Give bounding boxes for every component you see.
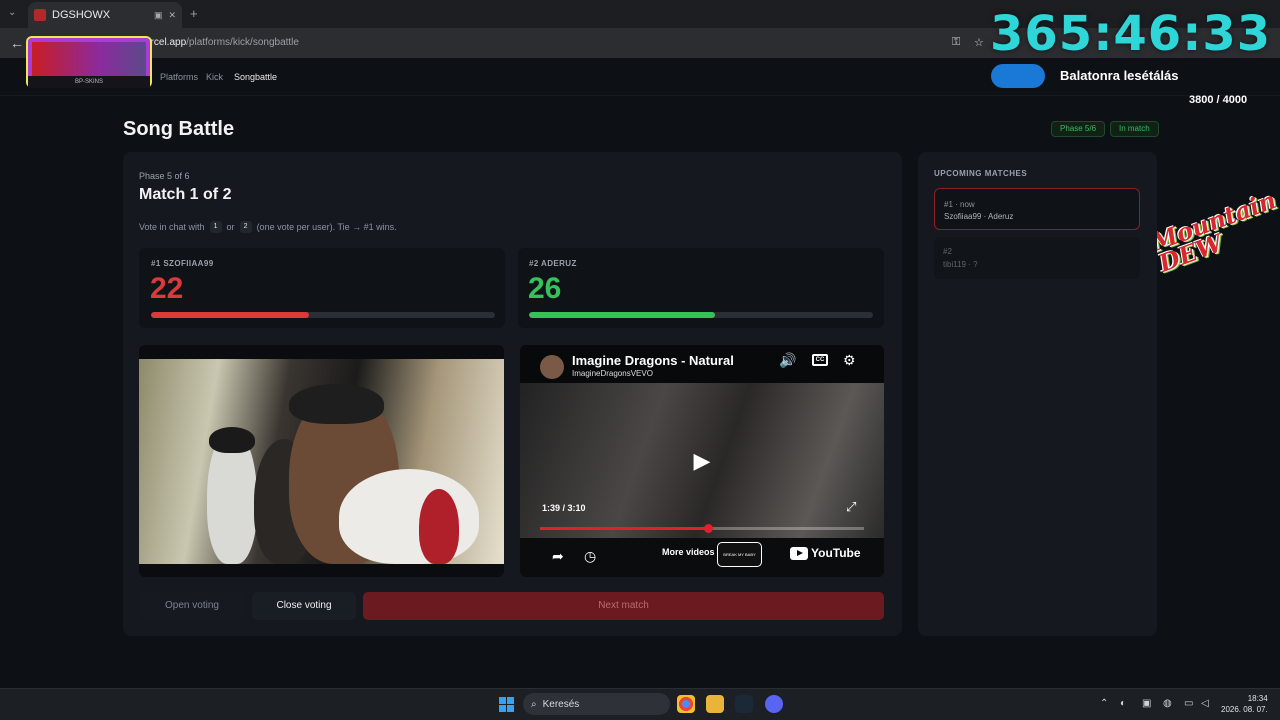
tab-close-icon[interactable]: ✕: [168, 10, 176, 21]
clock-time: 18:34: [1247, 694, 1268, 703]
contestant-2-youtube-embed[interactable]: Imagine Dragons - Natural ImagineDragons…: [520, 345, 884, 577]
upcoming-match-meta: #1 · now: [944, 200, 975, 209]
goal-count: 3800 / 4000: [1189, 94, 1248, 106]
breadcrumb-kick[interactable]: Kick: [206, 72, 223, 82]
back-arrow-icon[interactable]: ←: [10, 35, 24, 51]
browser-tab[interactable]: DGSHOWX ▣ ✕: [28, 2, 182, 28]
search-icon: ⌕: [531, 698, 537, 710]
video-cap: [209, 427, 255, 453]
url-text[interactable]: ercel.app/platforms/kick/songbattle: [145, 37, 299, 48]
taskbar-search[interactable]: ⌕ Keresés: [523, 693, 670, 715]
video-title[interactable]: Imagine Dragons - Natural: [572, 353, 734, 368]
sponsor-logo: Mountain DEW: [1147, 185, 1280, 278]
stream-timer: 365:46:33: [990, 6, 1272, 62]
tab-search-icon[interactable]: ⌄: [8, 7, 16, 18]
contestant-1-score-card: #1 SZOFIIAA99 22: [139, 248, 505, 328]
vote-key-2: 2: [239, 221, 252, 233]
tray-discord-icon[interactable]: ◍: [1163, 698, 1172, 709]
channel-avatar[interactable]: [540, 355, 564, 379]
contestant-1-video[interactable]: [139, 345, 504, 577]
video-cap: [289, 384, 384, 424]
upcoming-match-players: Szofiiaa99 · Aderuz: [944, 212, 1014, 221]
upcoming-matches-title: UPCOMING MATCHES: [934, 169, 1028, 178]
match-title: Match 1 of 2: [139, 186, 232, 203]
watch-later-icon[interactable]: ◷: [584, 548, 596, 565]
contestant-2-vote-bar: [529, 312, 873, 318]
volume-tray-icon[interactable]: ◁: [1201, 698, 1209, 709]
vote-key-1: 1: [209, 221, 222, 233]
fullscreen-icon[interactable]: ⤢: [846, 499, 856, 515]
video-frame: [139, 359, 504, 564]
video-progress-fill: [540, 527, 709, 530]
video-jacket-stripe: [419, 489, 459, 564]
captions-icon[interactable]: CC: [812, 354, 828, 366]
goal-progress-pill: [991, 64, 1045, 88]
clock-date: 2026. 08. 07.: [1221, 705, 1268, 714]
channel-name[interactable]: ImagineDragonsVEVO: [572, 369, 653, 378]
tab-media-icon[interactable]: ▣: [154, 10, 163, 21]
upcoming-match-item[interactable]: #2 tibi119 · ?: [934, 237, 1140, 279]
tab-favicon-icon: [34, 9, 46, 21]
taskbar-search-placeholder: Keresés: [542, 698, 580, 710]
contestant-1-vote-bar-fill: [151, 312, 309, 318]
tray-app-icon[interactable]: ▣: [1142, 698, 1151, 709]
youtube-play-icon: [790, 546, 808, 560]
discord-icon[interactable]: [765, 695, 783, 713]
share-icon[interactable]: ➦: [552, 548, 564, 565]
contestant-2-vote-bar-fill: [529, 312, 716, 318]
contestant-1-votes: 22: [150, 272, 184, 305]
breadcrumb-platforms[interactable]: Platforms: [160, 72, 198, 82]
contestant-2-name: #2 ADERUZ: [529, 259, 577, 268]
file-explorer-icon[interactable]: [706, 695, 724, 713]
contestant-1-name: #1 SZOFIIAA99: [151, 259, 214, 268]
video-time: 1:39 / 3:10: [542, 503, 586, 513]
more-videos-thumbnail[interactable]: BREAK MY BABY: [717, 542, 762, 567]
vote-hint: Vote in chat with 1 or 2 (one vote per u…: [139, 221, 397, 233]
contestant-2-votes: 26: [528, 272, 562, 305]
tray-steam-icon[interactable]: ◐: [1120, 698, 1126, 709]
close-voting-button[interactable]: Close voting: [252, 592, 356, 620]
youtube-logo[interactable]: YouTube: [790, 546, 861, 560]
tray-expand-icon[interactable]: ⌃: [1100, 698, 1108, 709]
upcoming-match-players: tibi119 · ?: [943, 260, 978, 269]
volume-icon[interactable]: 🔊: [779, 352, 796, 369]
url-path: /platforms/kick/songbattle: [186, 37, 299, 48]
contestant-1-vote-bar: [151, 312, 495, 318]
video-progress-bar[interactable]: [540, 524, 864, 533]
next-match-button[interactable]: Next match: [363, 592, 884, 620]
phase-badge: Phase 5/6: [1051, 121, 1106, 137]
contestant-2-score-card: #2 ADERUZ 26: [518, 248, 884, 328]
vote-hint-suffix: (one vote per user). Tie → #1 wins.: [256, 222, 397, 232]
system-clock[interactable]: 18:34 2026. 08. 07.: [1221, 693, 1268, 715]
status-badge: In match: [1110, 121, 1159, 137]
breadcrumb-songbattle: Songbattle: [234, 72, 278, 82]
youtube-logo-text: YouTube: [811, 546, 861, 560]
settings-gear-icon[interactable]: ⚙: [843, 352, 856, 369]
network-icon[interactable]: ▭: [1184, 698, 1193, 709]
bookmark-star-icon[interactable]: ☆: [974, 36, 984, 49]
play-icon[interactable]: ▶: [682, 443, 722, 479]
url-host: ercel.app: [145, 37, 187, 48]
windows-start-icon[interactable]: [499, 697, 514, 712]
vote-hint-prefix: Vote in chat with: [139, 222, 205, 232]
page-title: Song Battle: [123, 118, 235, 140]
chrome-icon[interactable]: [677, 695, 695, 713]
new-tab-icon[interactable]: +: [190, 6, 198, 21]
tab-title: DGSHOWX: [52, 9, 111, 21]
open-voting-button[interactable]: Open voting: [140, 592, 244, 620]
goal-text: Balatonra lesétálás: [1060, 68, 1179, 83]
upcoming-match-meta: #2: [943, 247, 952, 256]
upcoming-match-item[interactable]: #1 · now Szofiiaa99 · Aderuz: [934, 188, 1140, 230]
phase-label: Phase 5 of 6: [139, 171, 190, 181]
steam-icon[interactable]: [735, 695, 753, 713]
stream-logo-strip: BP-SKINS: [28, 76, 150, 88]
more-videos-label[interactable]: More videos: [662, 547, 715, 557]
key-icon[interactable]: ⚿: [952, 36, 960, 49]
vote-hint-or: or: [226, 222, 235, 232]
